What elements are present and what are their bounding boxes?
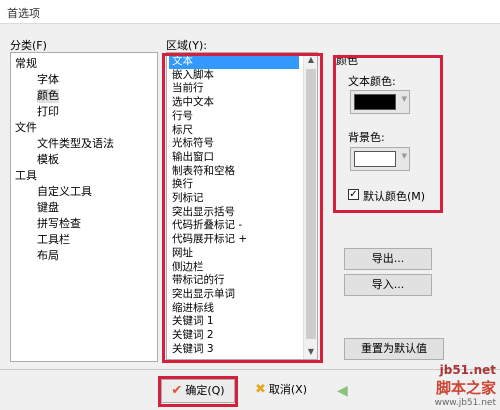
area-list-item[interactable]: 嵌入脚本 bbox=[169, 69, 299, 83]
cancel-button[interactable]: ✖ 取消(X) bbox=[244, 379, 318, 403]
color-group-label: 颜色 bbox=[336, 54, 358, 67]
scroll-thumb[interactable] bbox=[306, 69, 316, 339]
scroll-up-icon[interactable]: ▲ bbox=[304, 53, 317, 67]
bg-color-label: 背景色: bbox=[348, 131, 385, 144]
title-bar: 首选项 bbox=[0, 0, 500, 24]
cancel-x-icon: ✖ bbox=[254, 382, 266, 397]
area-list-item[interactable]: 制表符和空格 bbox=[169, 165, 299, 179]
area-list-item[interactable]: 突出显示括号 bbox=[169, 206, 299, 220]
area-list-item[interactable]: 缩进标线 bbox=[169, 302, 299, 316]
scroll-down-icon[interactable]: ▼ bbox=[304, 345, 317, 359]
apply-arrow-icon[interactable]: ◀ bbox=[337, 383, 353, 399]
area-list-item[interactable]: 列标记 bbox=[169, 192, 299, 206]
category-item[interactable]: 布局 bbox=[37, 249, 59, 263]
area-list-item[interactable]: 换行 bbox=[169, 178, 299, 192]
text-color-swatch bbox=[354, 94, 396, 110]
bg-color-swatch bbox=[354, 151, 396, 167]
window-title: 首选项 bbox=[7, 7, 40, 20]
area-list-item[interactable]: 网址 bbox=[169, 247, 299, 261]
area-list[interactable]: 文本 嵌入脚本 当前行 选中文本 行号 标尺 光标符号 输出窗口 制表符和空格 换行 列标记 突出显示… bbox=[166, 52, 318, 360]
area-list-item[interactable]: 标尺 bbox=[169, 124, 299, 138]
checkmark-icon: ✔ bbox=[171, 383, 183, 398]
area-list-item[interactable]: 光标符号 bbox=[169, 137, 299, 151]
area-list-item[interactable]: 关键词 3 bbox=[169, 343, 299, 357]
area-list-item[interactable]: 当前行 bbox=[169, 82, 299, 96]
area-list-item[interactable]: 文本 bbox=[169, 55, 299, 69]
area-label: 区域(Y): bbox=[166, 39, 208, 52]
text-color-picker[interactable]: ▼ bbox=[350, 90, 410, 114]
area-list-item[interactable]: 输出窗口 bbox=[169, 151, 299, 165]
area-list-item[interactable]: 侧边栏 bbox=[169, 261, 299, 275]
reset-default-button[interactable]: 重置为默认值 bbox=[344, 338, 444, 360]
category-item[interactable]: 拼写检查 bbox=[37, 217, 81, 231]
watermark: jb51.net 脚本之家 www.jb51.net bbox=[435, 363, 496, 408]
area-list-item[interactable]: 关键词 2 bbox=[169, 329, 299, 343]
import-button[interactable]: 导入... bbox=[344, 274, 432, 296]
footer-separator bbox=[0, 369, 500, 370]
area-list-item[interactable]: 突出显示单词 bbox=[169, 288, 299, 302]
dropdown-arrow-icon: ▼ bbox=[401, 152, 407, 160]
default-color-checkbox[interactable]: ✓ bbox=[348, 189, 359, 200]
category-item[interactable]: 文件类型及语法 bbox=[37, 137, 114, 151]
area-list-item[interactable]: 行号 bbox=[169, 110, 299, 124]
category-item[interactable]: 常规 bbox=[15, 57, 37, 71]
area-list-item[interactable]: 选中文本 bbox=[169, 96, 299, 110]
area-list-item[interactable]: 关键词 1 bbox=[169, 315, 299, 329]
ok-button-label: 确定(Q) bbox=[185, 384, 225, 397]
export-button[interactable]: 导出... bbox=[344, 248, 432, 270]
category-label: 分类(F) bbox=[10, 39, 47, 52]
watermark-name: 脚本之家 bbox=[435, 379, 496, 397]
cancel-button-label: 取消(X) bbox=[268, 383, 308, 396]
watermark-site: jb51.net bbox=[439, 363, 496, 377]
category-item[interactable]: 颜色 bbox=[37, 89, 59, 103]
category-item[interactable]: 工具 bbox=[15, 169, 37, 183]
bg-color-picker[interactable]: ▼ bbox=[350, 147, 410, 171]
text-color-label: 文本颜色: bbox=[348, 75, 396, 88]
area-list-item[interactable]: 代码折叠标记 - bbox=[169, 219, 299, 233]
category-item[interactable]: 文件 bbox=[15, 121, 37, 135]
default-color-label: 默认颜色(M) bbox=[363, 190, 426, 203]
watermark-url: www.jb51.net bbox=[434, 398, 496, 408]
category-item[interactable]: 自定义工具 bbox=[37, 185, 92, 199]
area-scrollbar[interactable]: ▲ ▼ bbox=[303, 53, 317, 359]
category-item[interactable]: 字体 bbox=[37, 73, 59, 87]
category-item[interactable]: 打印 bbox=[37, 105, 59, 119]
area-list-item[interactable]: 代码展开标记 + bbox=[169, 233, 299, 247]
area-list-item[interactable]: 带标记的行 bbox=[169, 274, 299, 288]
category-item[interactable]: 键盘 bbox=[37, 201, 59, 215]
category-item[interactable]: 模板 bbox=[37, 153, 59, 167]
category-tree[interactable]: 常规 字体颜色打印 文件 文件类型及语法 模板 工具 自定义工具键盘拼写检查工具栏布局 bbox=[10, 52, 158, 362]
dropdown-arrow-icon: ▼ bbox=[401, 95, 407, 103]
ok-button[interactable]: ✔ 确定(Q) bbox=[161, 379, 235, 403]
category-item[interactable]: 工具栏 bbox=[37, 233, 70, 247]
